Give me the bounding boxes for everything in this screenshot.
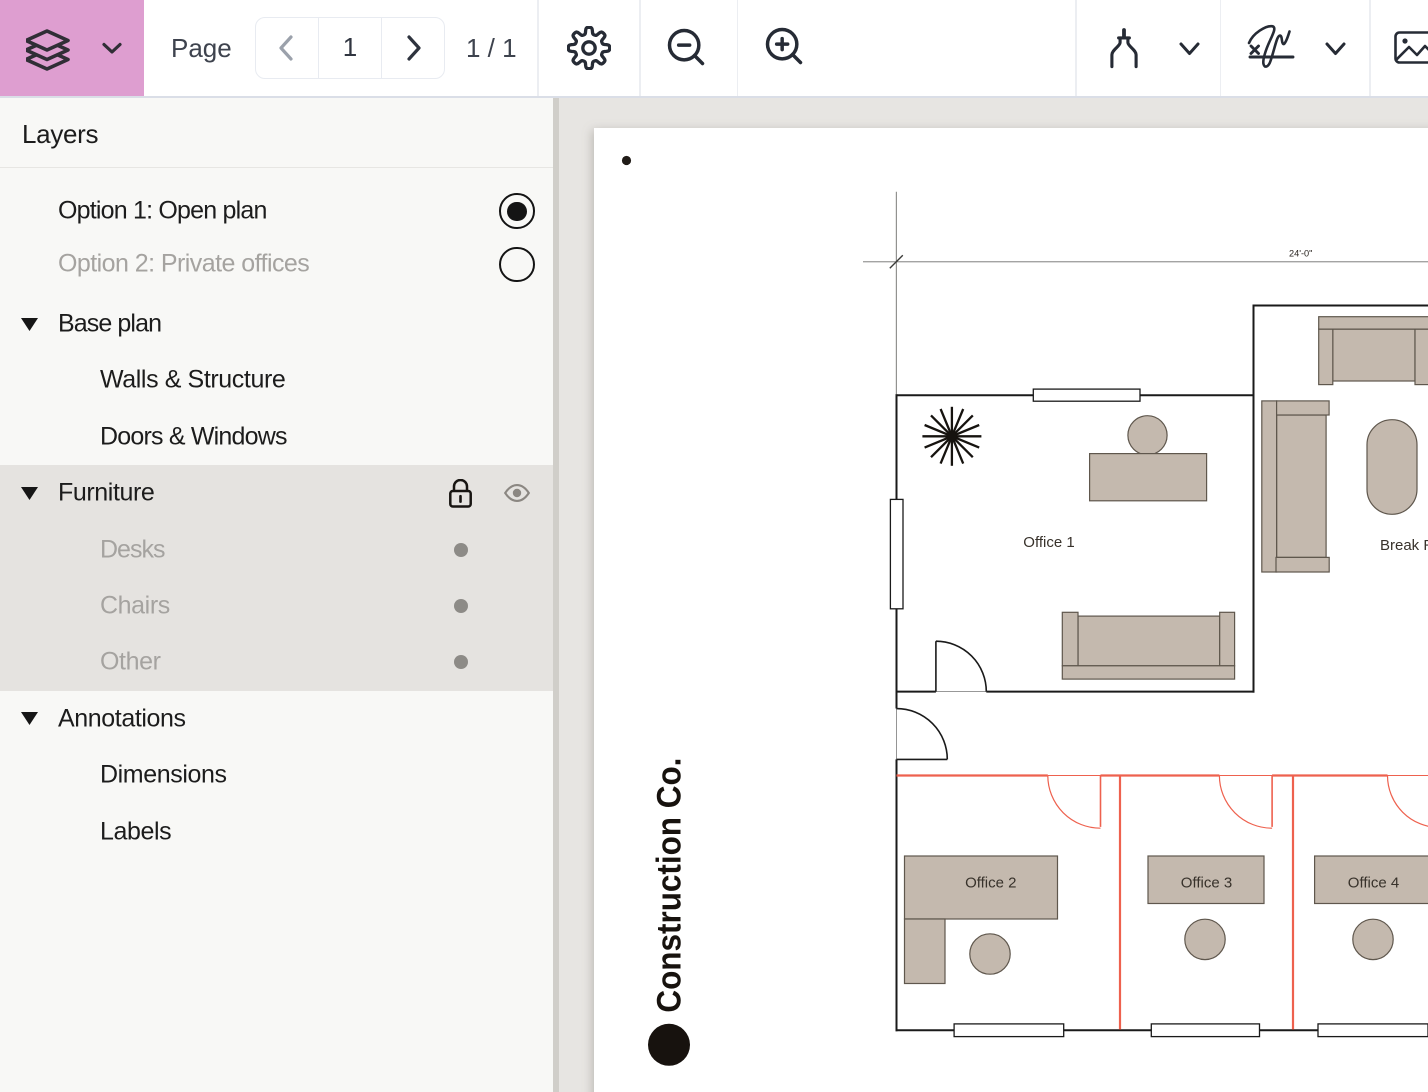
svg-text:Office 1: Office 1 <box>1023 534 1074 551</box>
svg-text:Office 2: Office 2 <box>965 875 1016 892</box>
svg-text:Office 3: Office 3 <box>1181 875 1232 892</box>
svg-text:Break Room: Break Room <box>1380 537 1428 554</box>
svg-text:24'-0": 24'-0" <box>1289 249 1312 259</box>
svg-text:Construction Co.: Construction Co. <box>651 758 689 1013</box>
svg-text:Office 4: Office 4 <box>1348 875 1399 892</box>
